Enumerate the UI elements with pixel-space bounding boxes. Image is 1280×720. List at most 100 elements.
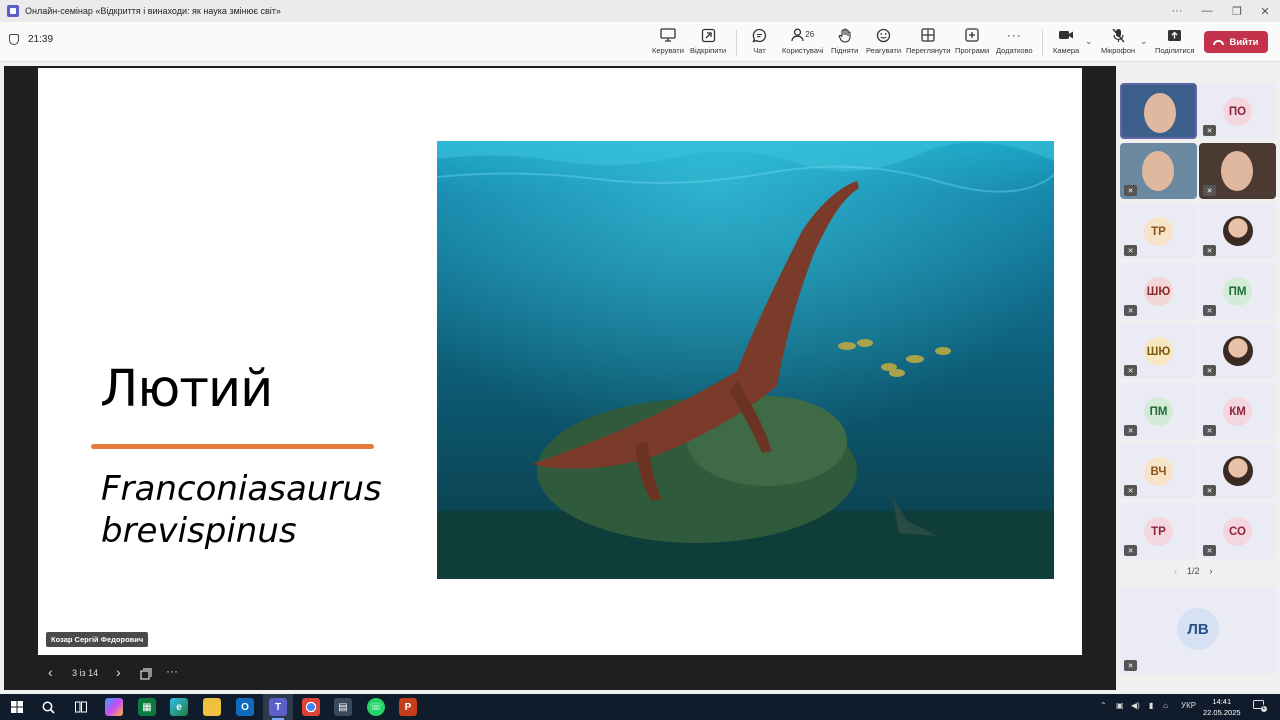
pager-label: 1/2 (1187, 566, 1200, 576)
slide-navigation: ‹ 3 із 14 › ··· (4, 658, 1116, 690)
chrome-icon[interactable] (302, 698, 320, 716)
more-actions-button[interactable]: ··· Додатково (996, 26, 1033, 60)
mic-off-icon: ✕ (1124, 425, 1137, 436)
presenter-name-tag: Козар Сергій Федорович (46, 632, 149, 647)
people-button[interactable]: 26 Користувачі (782, 26, 823, 60)
species-name: brevispinus (101, 511, 297, 551)
share-button[interactable]: Поділитися (1155, 26, 1194, 60)
mic-off-icon: ✕ (1203, 305, 1216, 316)
task-view-icon[interactable] (72, 698, 90, 716)
camera-button[interactable]: Камера (1053, 26, 1079, 60)
screen-manage-icon (660, 26, 676, 44)
mic-off-icon: ✕ (1203, 365, 1216, 376)
avatar: ПО (1223, 97, 1252, 126)
participant-tile-large[interactable]: ЛВ ✕ (1120, 586, 1277, 674)
calculator-icon[interactable]: ▤ (334, 698, 352, 716)
participant-tile[interactable]: ✕ (1199, 143, 1276, 199)
meeting-toolbar: 21:39 Керувати Відкріпити Чат 26 Користу… (0, 22, 1280, 62)
restore-button[interactable]: ❐ (1222, 0, 1252, 22)
avatar (1223, 456, 1253, 486)
people-icon: 26 (791, 26, 814, 44)
mic-off-icon: ✕ (1124, 365, 1137, 376)
slide-overview-icon[interactable] (140, 667, 152, 683)
minimize-button[interactable]: — (1192, 0, 1222, 22)
more-icon[interactable]: ··· (1162, 0, 1192, 22)
camera-options-chevron-icon[interactable]: ⌄ (1085, 36, 1093, 47)
mic-off-icon: ✕ (1203, 125, 1216, 136)
mic-button[interactable]: Мікрофон (1101, 26, 1135, 60)
edge-browser-icon[interactable]: e (170, 698, 188, 716)
mic-off-icon: ✕ (1124, 305, 1137, 316)
participant-tile[interactable]: ✕ (1199, 323, 1276, 379)
battery-icon[interactable]: ▮ (1149, 701, 1153, 710)
tray-app-icon[interactable]: ▣ (1116, 701, 1124, 710)
next-slide-chevron-icon[interactable]: › (116, 664, 121, 680)
smiley-icon (876, 26, 891, 44)
windows-start-icon[interactable] (8, 698, 26, 716)
outlook-icon[interactable]: O (236, 698, 254, 716)
powerpoint-icon[interactable]: P (399, 698, 417, 716)
participant-tile[interactable]: ТР ✕ (1120, 203, 1197, 259)
participant-tile[interactable]: ПМ ✕ (1199, 263, 1276, 319)
slide-more-options-icon[interactable]: ··· (166, 664, 178, 678)
search-icon[interactable] (39, 698, 57, 716)
participant-tile[interactable]: ШЮ ✕ (1120, 263, 1197, 319)
toolbar-divider (736, 30, 737, 56)
avatar (1223, 216, 1253, 246)
participant-tile[interactable]: ✕ (1199, 443, 1276, 499)
slide-accent-line (91, 444, 374, 449)
pager-next-icon[interactable]: › (1210, 566, 1213, 576)
avatar: ПМ (1144, 397, 1173, 426)
teams-icon[interactable]: T (269, 698, 287, 716)
share-screen-icon (1167, 26, 1182, 44)
mic-options-chevron-icon[interactable]: ⌄ (1140, 36, 1148, 47)
store-icon[interactable]: ▦ (138, 698, 156, 716)
volume-icon[interactable]: ◀) (1131, 701, 1140, 710)
mic-off-icon: ✕ (1203, 485, 1216, 496)
leave-button[interactable]: Вийти (1204, 31, 1268, 53)
participant-video (1144, 93, 1176, 133)
tray-overflow-chevron-icon[interactable]: ⌃ (1100, 701, 1107, 710)
react-button[interactable]: Реагувати (866, 26, 901, 60)
participant-tile[interactable] (1120, 83, 1197, 139)
copilot-icon[interactable] (105, 698, 123, 716)
apps-button[interactable]: Програми (955, 26, 989, 60)
participant-tile[interactable]: ✕ (1199, 203, 1276, 259)
file-explorer-icon[interactable] (203, 698, 221, 716)
avatar: ЛВ (1177, 608, 1219, 650)
windows-taskbar: ▦ e O T ▤ ☏ P ⌃ ▣ ◀) ▮ ⌂ УКР 14:41 22.05… (0, 694, 1280, 720)
participant-tile[interactable]: ПО ✕ (1199, 83, 1276, 139)
raise-hand-icon (838, 26, 852, 44)
avatar: ШЮ (1144, 277, 1173, 306)
whatsapp-icon[interactable]: ☏ (367, 698, 385, 716)
previous-slide-chevron-icon[interactable]: ‹ (48, 664, 53, 680)
participant-tile[interactable]: СО ✕ (1199, 503, 1276, 559)
raise-hand-button[interactable]: Підняти (831, 26, 858, 60)
participant-tile[interactable]: ШЮ ✕ (1120, 323, 1197, 379)
network-icon[interactable]: ⌂ (1163, 701, 1168, 710)
manage-button[interactable]: Керувати (652, 26, 684, 60)
avatar: СО (1223, 517, 1252, 546)
language-indicator[interactable]: УКР (1181, 701, 1196, 710)
participant-tile[interactable]: ТР ✕ (1120, 503, 1197, 559)
avatar: ТР (1144, 517, 1173, 546)
participant-tile[interactable]: КМ ✕ (1199, 383, 1276, 439)
system-clock[interactable]: 14:41 22.05.2025 (1203, 696, 1241, 718)
clock-date: 22.05.2025 (1203, 708, 1241, 717)
close-button[interactable]: ✕ (1250, 0, 1280, 22)
mic-off-icon: ✕ (1124, 660, 1137, 671)
chat-button[interactable]: Чат (752, 26, 767, 60)
participant-video (1221, 151, 1253, 191)
view-button[interactable]: Переглянути (906, 26, 950, 60)
pager-previous-icon[interactable]: ‹ (1174, 566, 1177, 576)
participant-tile[interactable]: ✕ (1120, 143, 1197, 199)
unpin-button[interactable]: Відкріпити (690, 26, 726, 60)
mic-off-icon: ✕ (1124, 185, 1137, 196)
participant-tile[interactable]: ВЧ ✕ (1120, 443, 1197, 499)
participant-tile[interactable]: ПМ ✕ (1120, 383, 1197, 439)
participant-video (1142, 151, 1174, 191)
meeting-timer: 21:39 (9, 34, 53, 45)
notification-count: 1 (1262, 705, 1266, 711)
avatar: КМ (1223, 397, 1252, 426)
mic-off-icon (1111, 26, 1125, 44)
